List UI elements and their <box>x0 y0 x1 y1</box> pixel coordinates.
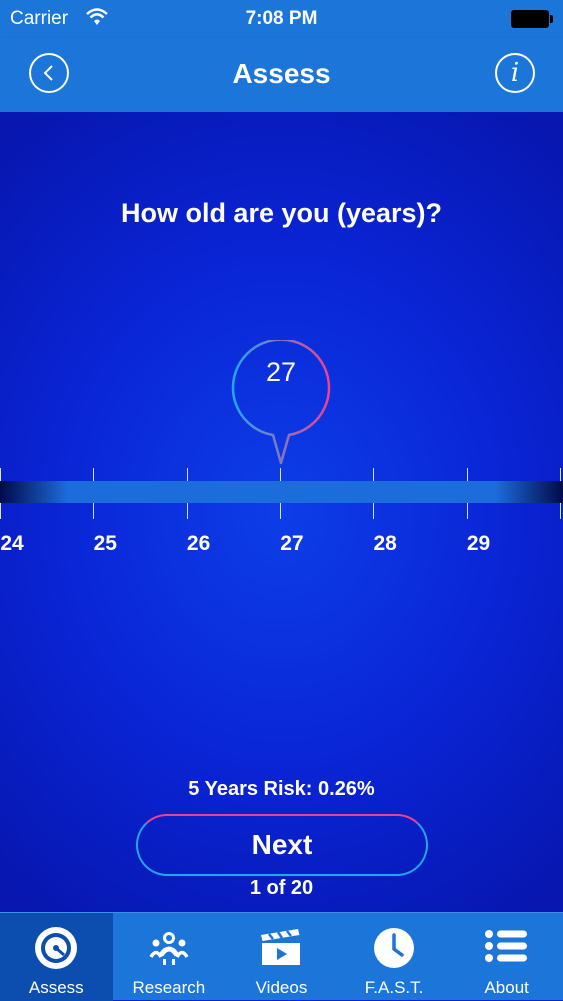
ruler-tick <box>93 468 95 481</box>
ruler-tick-label: 27 <box>280 532 304 555</box>
info-button[interactable]: i <box>495 53 535 93</box>
next-button[interactable]: Next <box>136 814 428 876</box>
tab-research[interactable]: Research <box>113 913 226 1001</box>
ruler-tick <box>559 503 561 519</box>
people-icon <box>149 932 189 965</box>
tab-label: Assess <box>28 978 84 997</box>
battery-icon <box>511 10 553 28</box>
tab-label: Research <box>132 978 206 997</box>
slider-track[interactable] <box>0 481 563 503</box>
status-bar: Carrier 7:08 PM <box>0 0 563 38</box>
ruler-tick <box>373 468 375 481</box>
status-time: 7:08 PM <box>245 8 318 29</box>
ruler-tick <box>0 503 1 519</box>
tab-about[interactable]: About <box>450 913 563 1001</box>
tab-label: About <box>484 978 529 997</box>
question-progress: 1 of 20 <box>249 877 314 899</box>
ruler-tick <box>466 468 468 481</box>
gauge-icon <box>35 927 78 969</box>
tab-label: F.A.S.T. <box>364 978 424 997</box>
ruler-tick <box>93 503 95 519</box>
selected-age-value: 27 <box>265 357 297 387</box>
ruler-tick <box>0 468 1 481</box>
ruler-tick <box>186 468 188 481</box>
ruler-tick-label: 29 <box>466 532 491 555</box>
tab-assess[interactable]: Assess <box>0 913 113 1001</box>
page-title: Assess <box>232 58 331 89</box>
ruler-tick <box>279 503 281 519</box>
clapperboard-icon <box>261 929 301 965</box>
tab-fast[interactable]: F.A.S.T. <box>338 913 451 1001</box>
ruler-tick-label: 24 <box>0 532 24 555</box>
ruler-tick <box>466 503 468 519</box>
nav-bar: Assess i <box>0 38 563 112</box>
ruler-tick <box>279 468 281 481</box>
ruler-tick-label: 28 <box>373 532 397 555</box>
tab-videos[interactable]: Videos <box>225 913 338 1001</box>
ruler-tick-label: 26 <box>186 532 211 555</box>
ruler-tick <box>373 503 375 519</box>
tab-label: Videos <box>255 978 308 997</box>
ruler-tick <box>559 468 561 481</box>
risk-text: 5 Years Risk: 0.26% <box>188 778 375 800</box>
ruler-tick <box>186 503 188 519</box>
ruler-tick-label: 25 <box>93 532 117 555</box>
ruler-tick-label: 3 <box>547 532 563 556</box>
list-icon <box>484 930 527 962</box>
question-text: How old are you (years)? <box>120 198 443 228</box>
tab-bar: Assess Research Videos F.A.S.T. About <box>0 912 563 1001</box>
assessment-panel: How old are you (years)? 27 24 25 26 27 28 29… <box>0 112 563 912</box>
age-slider[interactable]: 24 25 26 27 28 29 3 <box>0 462 563 572</box>
info-icon: i <box>510 58 520 88</box>
clock-icon <box>374 928 415 968</box>
